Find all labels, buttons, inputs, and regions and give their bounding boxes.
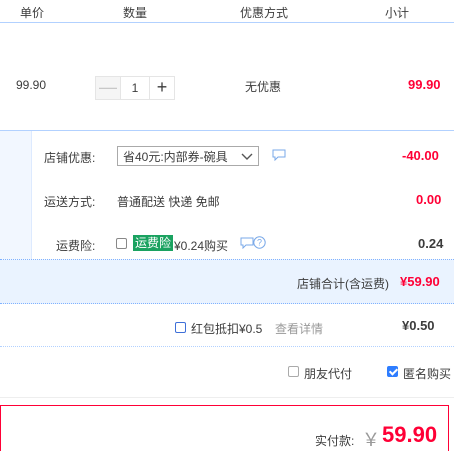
col-subtotal-header: 小计	[385, 6, 410, 20]
col-qty-header: 数量	[123, 6, 148, 20]
message-icon[interactable]	[272, 149, 286, 164]
shop-section: 店铺优惠: 省40元:内部券-碗具 -40.00 运送方式: 普通配送 快递 免…	[0, 131, 454, 260]
shipping-value: 普通配送 快递 免邮	[117, 195, 220, 209]
redpack-detail-link[interactable]: 查看详情	[275, 320, 323, 337]
decrease-button[interactable]: —	[96, 77, 120, 99]
redpack-row: 红包抵扣¥0.5 查看详情 ¥0.50	[0, 304, 454, 347]
col-discount-header: 优惠方式	[240, 6, 289, 20]
coupon-amount: -40.00	[402, 148, 439, 163]
payment-label: 实付款:	[315, 434, 355, 448]
payment-box: 实付款: ￥ 59.90	[0, 405, 449, 451]
friend-pay-checkbox[interactable]	[288, 364, 299, 378]
anonymous-checkbox[interactable]	[387, 364, 398, 378]
chevron-down-icon	[240, 149, 254, 169]
shipping-amount: 0.00	[416, 192, 442, 207]
coupon-label: 店铺优惠:	[44, 151, 96, 165]
quantity-input[interactable]: 1	[120, 77, 149, 99]
svg-text:?: ?	[257, 238, 262, 248]
insurance-label: 运费险:	[56, 239, 96, 253]
shop-total-row: 店铺合计(含运费) ¥59.90	[0, 260, 454, 304]
insurance-checkbox[interactable]	[116, 236, 127, 250]
col-price-header: 单价	[20, 6, 45, 20]
message-icon[interactable]	[240, 237, 254, 252]
insurance-amount: 0.24	[418, 236, 444, 251]
order-options: 朋友代付 匿名购买	[0, 347, 454, 398]
increase-button[interactable]: +	[149, 77, 174, 99]
shop-total-amount: ¥59.90	[400, 274, 440, 289]
item-discount: 无优惠	[245, 80, 282, 94]
quantity-stepper: — 1 +	[95, 76, 175, 100]
payment-currency: ￥	[362, 430, 380, 450]
insurance-tag: 运费险	[133, 235, 174, 251]
shipping-label: 运送方式:	[44, 195, 96, 209]
redpack-amount: ¥0.50	[402, 318, 435, 333]
item-subtotal: 99.90	[408, 77, 441, 92]
redpack-checkbox[interactable]	[175, 320, 186, 334]
help-icon[interactable]: ?	[253, 236, 266, 252]
friend-pay-label: 朋友代付	[304, 367, 353, 381]
shop-details: 店铺优惠: 省40元:内部券-碗具 -40.00 运送方式: 普通配送 快递 免…	[31, 131, 454, 259]
coupon-select[interactable]: 省40元:内部券-碗具	[117, 146, 259, 166]
coupon-selected-value: 省40元:内部券-碗具	[123, 150, 228, 164]
item-price: 99.90	[16, 78, 47, 92]
redpack-label: 红包抵扣¥0.5	[191, 322, 263, 336]
shop-total-label: 店铺合计(含运费)	[297, 277, 389, 291]
item-row: 99.90 — 1 + 无优惠 99.90	[0, 64, 454, 131]
payment-amount: 59.90	[382, 422, 438, 447]
insurance-text: ¥0.24购买	[174, 239, 229, 253]
anonymous-label: 匿名购买	[403, 367, 452, 381]
table-header: 单价 数量 优惠方式 小计	[0, 0, 454, 23]
